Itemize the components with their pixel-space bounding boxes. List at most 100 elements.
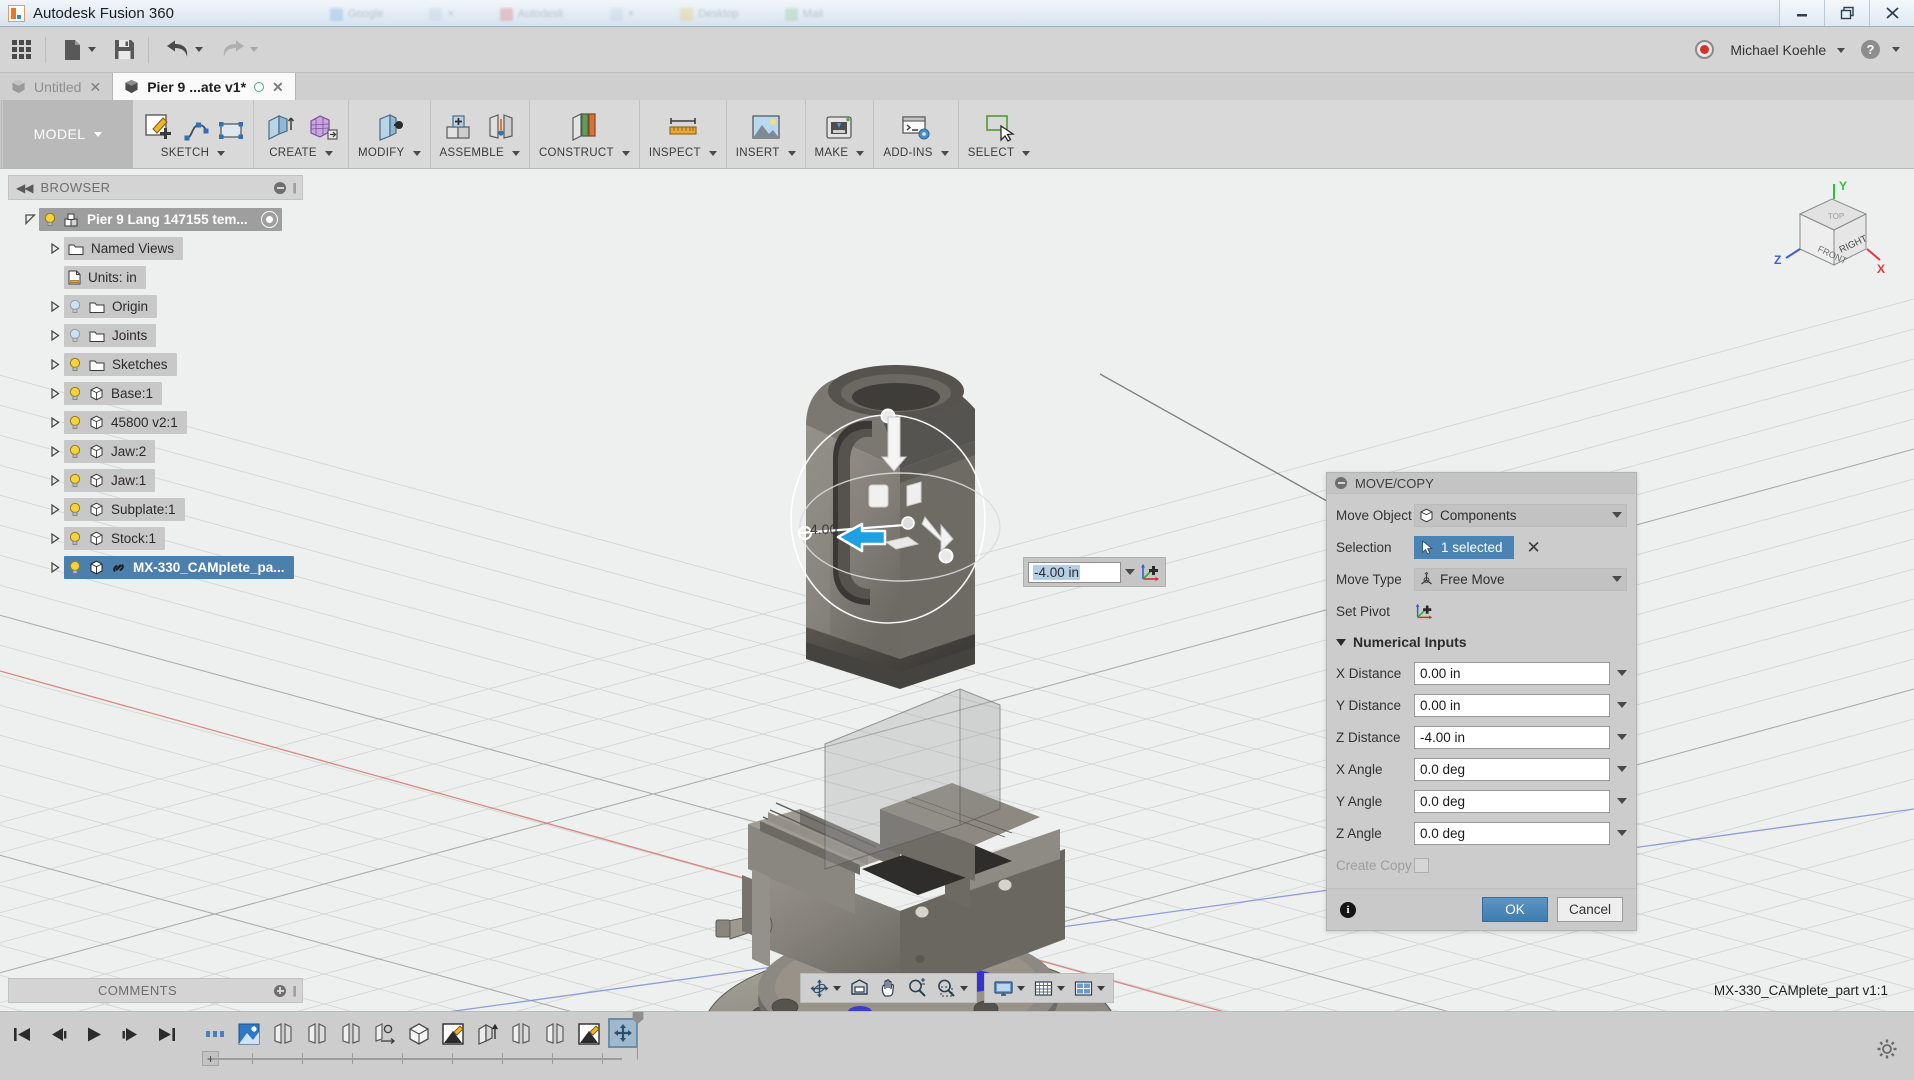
tree-row-origin[interactable]: Origin: [8, 292, 303, 321]
sketch-edit-icon-2[interactable]: [576, 1021, 602, 1047]
new-document-icon[interactable]: [56, 33, 103, 67]
new-component-icon[interactable]: [442, 110, 476, 144]
collapse-icon[interactable]: [1335, 477, 1347, 489]
panel-gripper[interactable]: |||: [292, 182, 295, 194]
scripts-addins-icon[interactable]: [899, 110, 933, 144]
visibility-bulb-icon[interactable]: [68, 386, 82, 401]
tree-item-joints[interactable]: Joints: [64, 324, 156, 347]
visibility-bulb-icon[interactable]: [68, 357, 82, 372]
selection-button[interactable]: 1 selected: [1414, 536, 1514, 559]
chevron-down-icon[interactable]: [1617, 798, 1627, 804]
y-angle-input[interactable]: 0.0 deg: [1414, 790, 1610, 813]
chevron-down-icon[interactable]: [1617, 670, 1627, 676]
expander-collapsed-icon[interactable]: [46, 417, 64, 428]
distance-input-field[interactable]: -4.00 in: [1028, 562, 1121, 583]
spline-icon[interactable]: [184, 118, 210, 144]
display-settings-button[interactable]: [989, 978, 1029, 999]
grid-snaps-button[interactable]: [1029, 978, 1069, 999]
expander-expanded-icon[interactable]: [21, 214, 39, 225]
canvas-value-input[interactable]: -4.00 in: [1023, 557, 1166, 587]
tree-row-stock[interactable]: Stock:1: [8, 524, 303, 553]
rigid-group-icon[interactable]: [372, 1021, 398, 1047]
viewports-button[interactable]: [1069, 978, 1109, 999]
workspace-switcher[interactable]: MODEL: [0, 100, 133, 168]
press-pull-icon[interactable]: [372, 110, 406, 144]
extrude-icon[interactable]: [474, 1021, 500, 1047]
cancel-button[interactable]: Cancel: [1557, 897, 1623, 922]
fit-button[interactable]: [845, 978, 874, 999]
expander-collapsed-icon[interactable]: [46, 533, 64, 544]
visibility-bulb-icon[interactable]: [68, 531, 82, 546]
ribbon-group-label-construct[interactable]: CONSTRUCT: [539, 147, 630, 159]
ribbon-group-label-modify[interactable]: MODIFY: [358, 147, 421, 159]
select-window-icon[interactable]: [982, 110, 1016, 144]
user-menu[interactable]: Michael Koehle: [1730, 42, 1845, 58]
ribbon-group-label-make[interactable]: MAKE: [815, 147, 865, 159]
chevron-down-icon[interactable]: [1612, 576, 1622, 582]
offset-plane-icon[interactable]: [567, 110, 601, 144]
tree-row-joints[interactable]: Joints: [8, 321, 303, 350]
settings-gear-icon[interactable]: [1876, 1038, 1898, 1060]
tree-item-stock[interactable]: Stock:1: [64, 527, 165, 550]
comments-panel[interactable]: COMMENTS |||: [8, 978, 303, 1003]
document-settings-icon[interactable]: [202, 1021, 228, 1047]
chevron-down-icon[interactable]: [1057, 986, 1065, 991]
tree-row-45800[interactable]: 45800 v2:1: [8, 408, 303, 437]
mesh-create-icon[interactable]: [305, 110, 339, 144]
tree-row-named-views[interactable]: Named Views: [8, 234, 303, 263]
timeline-scroll-track[interactable]: +: [202, 1051, 622, 1067]
chevron-down-icon[interactable]: [960, 986, 968, 991]
tree-item-mx330[interactable]: MX-330_CAMplete_pa...: [64, 556, 294, 579]
tree-row-base[interactable]: Base:1: [8, 379, 303, 408]
expander-collapsed-icon[interactable]: [46, 475, 64, 486]
zoom-button[interactable]: [903, 978, 932, 999]
app-grid-icon[interactable]: [4, 33, 39, 67]
dialog-header[interactable]: MOVE/COPY: [1327, 473, 1636, 494]
tree-item-subplate[interactable]: Subplate:1: [64, 498, 185, 521]
ok-button[interactable]: OK: [1482, 897, 1548, 922]
tree-row-jaw2[interactable]: Jaw:2: [8, 437, 303, 466]
minimize-button[interactable]: [1779, 0, 1824, 26]
expander-collapsed-icon[interactable]: [46, 301, 64, 312]
tree-row-subplate[interactable]: Subplate:1: [8, 495, 303, 524]
tree-item-45800[interactable]: 45800 v2:1: [64, 411, 187, 434]
expander-collapsed-icon[interactable]: [46, 388, 64, 399]
expander-collapsed-icon[interactable]: [46, 243, 64, 254]
ribbon-group-label-select[interactable]: SELECT: [968, 147, 1031, 159]
capture-position-icon[interactable]: [261, 211, 278, 228]
chevron-down-icon[interactable]: [1617, 734, 1627, 740]
orbit-button[interactable]: [805, 978, 845, 999]
visibility-bulb-icon[interactable]: [68, 560, 82, 575]
viewport-canvas[interactable]: 4.00: [0, 169, 1914, 1011]
info-icon[interactable]: i: [1340, 902, 1356, 918]
z-angle-input[interactable]: 0.0 deg: [1414, 822, 1610, 845]
joint-icon-1[interactable]: [270, 1021, 296, 1047]
ribbon-group-label-addins[interactable]: ADD-INS: [883, 147, 948, 159]
sketch-edit-icon[interactable]: [440, 1021, 466, 1047]
view-cube[interactable]: FRONT RIGHT TOP Y X Z: [1772, 177, 1892, 277]
pan-button[interactable]: [874, 978, 903, 999]
3d-print-icon[interactable]: [822, 110, 856, 144]
joint-icon-5[interactable]: [542, 1021, 568, 1047]
insert-image-icon[interactable]: [749, 110, 783, 144]
visibility-bulb-icon[interactable]: [43, 212, 57, 227]
x-distance-input[interactable]: 0.00 in: [1414, 662, 1610, 685]
measure-icon[interactable]: [666, 110, 700, 144]
tree-row-sketches[interactable]: Sketches: [8, 350, 303, 379]
joint-icon-2[interactable]: [304, 1021, 330, 1047]
ribbon-group-label-assemble[interactable]: ASSEMBLE: [440, 147, 520, 159]
move-pivot-icon[interactable]: [1139, 561, 1161, 583]
set-pivot-icon[interactable]: [1414, 601, 1434, 621]
expander-collapsed-icon[interactable]: [46, 359, 64, 370]
ribbon-group-label-insert[interactable]: INSERT: [736, 147, 796, 159]
collapse-left-icon[interactable]: ◀◀: [16, 181, 32, 195]
tree-row-jaw1[interactable]: Jaw:1: [8, 466, 303, 495]
tree-item-jaw1[interactable]: Jaw:1: [64, 469, 155, 492]
y-distance-input[interactable]: 0.00 in: [1414, 694, 1610, 717]
chevron-down-icon[interactable]: [1097, 986, 1105, 991]
save-icon[interactable]: [107, 33, 142, 67]
visibility-bulb-icon[interactable]: [68, 502, 82, 517]
visibility-bulb-icon[interactable]: [68, 473, 82, 488]
z-distance-input[interactable]: -4.00 in: [1414, 726, 1610, 749]
extrude-icon[interactable]: [263, 110, 297, 144]
